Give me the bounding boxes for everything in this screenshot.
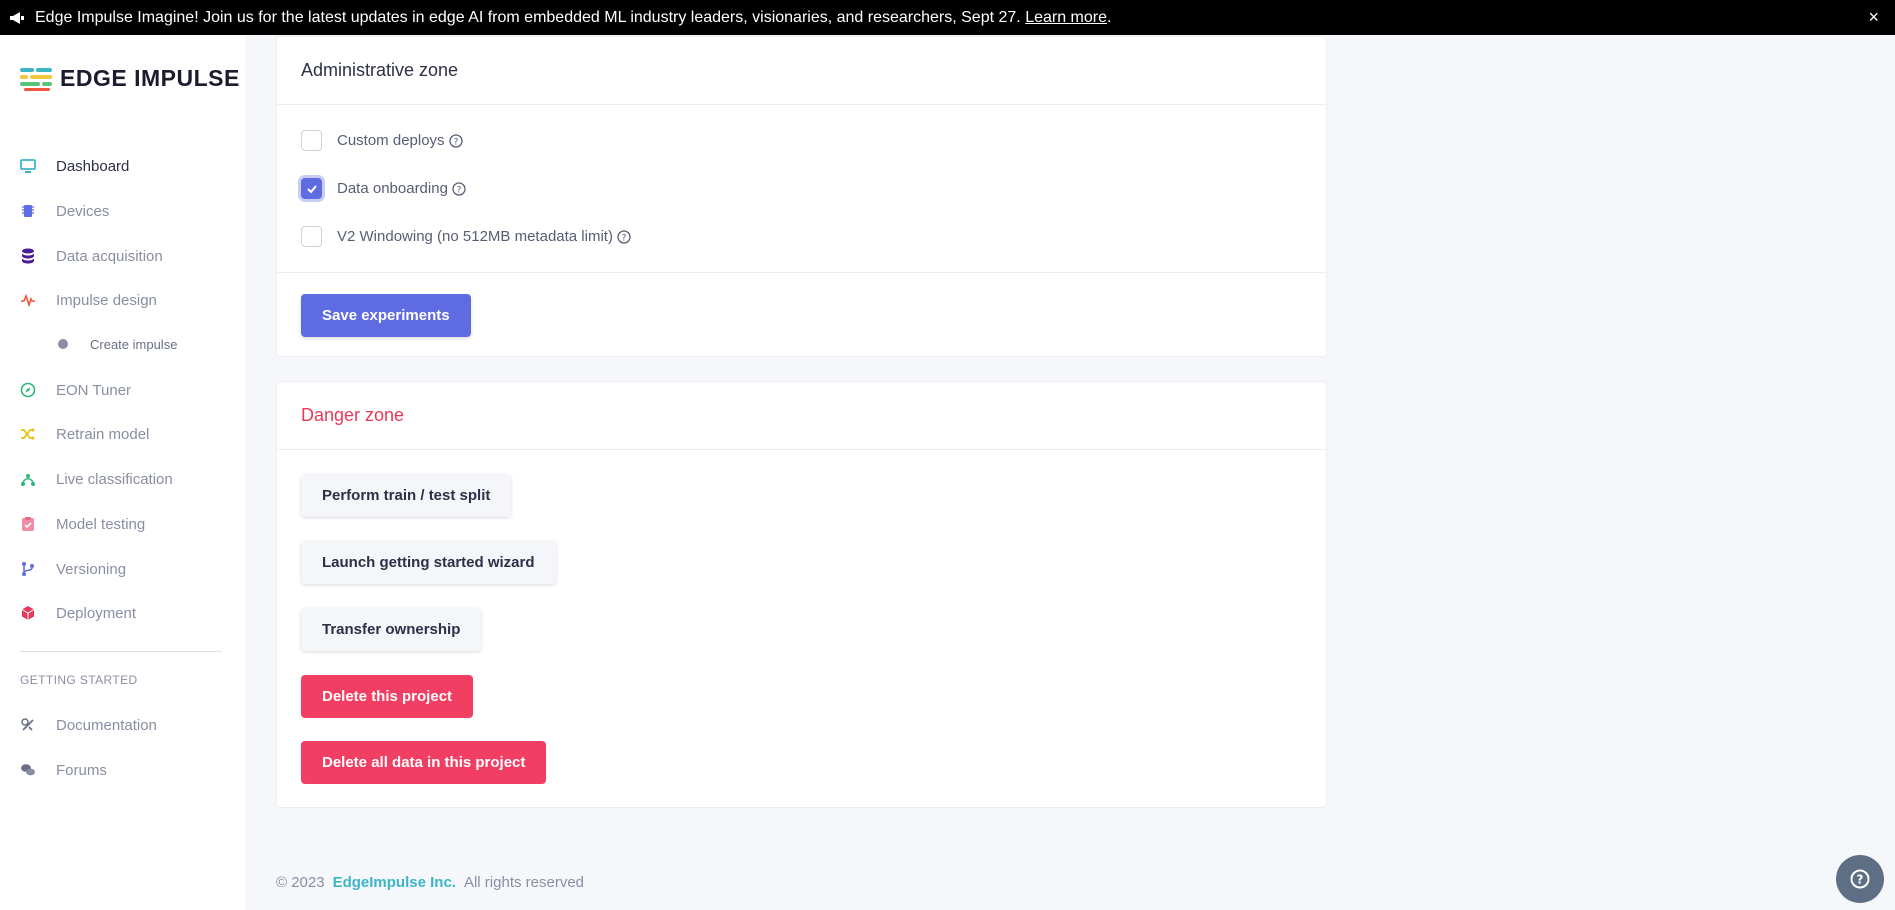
sidebar-item-label: Create impulse [90, 336, 178, 352]
sidebar-item-live-classification[interactable]: Live classification [20, 466, 173, 492]
check-icon [306, 184, 317, 193]
banner-tail: . [1107, 8, 1112, 26]
svg-text:?: ? [457, 185, 462, 195]
sidebar-item-label: Impulse design [56, 291, 157, 309]
save-experiments-button[interactable]: Save experiments [301, 294, 471, 337]
sidebar-item-label: Model testing [56, 515, 146, 533]
close-banner-button[interactable]: × [1868, 7, 1879, 28]
data-onboarding-checkbox[interactable] [301, 178, 322, 199]
sidebar-item-label: Dashboard [56, 157, 130, 175]
sidebar-item-create-impulse[interactable]: Create impulse [58, 334, 177, 354]
help-circle-icon[interactable]: ? [452, 181, 466, 196]
sidebar-item-label: EON Tuner [56, 381, 132, 399]
sidebar-item-eon-tuner[interactable]: EON Tuner [20, 377, 131, 403]
getting-started-wizard-button[interactable]: Launch getting started wizard [301, 541, 556, 584]
question-icon: ? [1850, 869, 1870, 889]
sidebar-item-impulse-design[interactable]: Impulse design [20, 287, 157, 313]
custom-deploys-checkbox[interactable] [301, 130, 322, 151]
option-v2-windowing: V2 Windowing (no 512MB metadata limit) ? [301, 226, 631, 247]
delete-all-data-button[interactable]: Delete all data in this project [301, 741, 547, 784]
chat-icon [20, 762, 36, 778]
sidebar-item-label: Retrain model [56, 425, 150, 443]
edge-impulse-logo-icon [20, 67, 52, 91]
pulse-icon [20, 292, 36, 308]
option-label: Custom deploys [337, 132, 445, 149]
sidebar-item-devices[interactable]: Devices [20, 198, 109, 224]
megaphone-icon [10, 11, 24, 24]
transfer-ownership-button[interactable]: Transfer ownership [301, 608, 482, 651]
sidebar-item-data-acquisition[interactable]: Data acquisition [20, 243, 163, 269]
danger-zone-title: Danger zone [277, 382, 1326, 450]
shuffle-icon [20, 426, 36, 442]
sidebar-item-deployment[interactable]: Deployment [20, 600, 136, 626]
chip-icon [20, 203, 36, 219]
cube-icon [20, 605, 36, 621]
sidebar-item-model-testing[interactable]: Model testing [20, 511, 145, 537]
option-label: Data onboarding [337, 180, 448, 197]
brand-name: EDGE IMPULSE [60, 65, 240, 91]
sidebar-item-label: Documentation [56, 716, 157, 734]
compass-icon [20, 382, 36, 398]
learn-more-link[interactable]: Learn more [1025, 9, 1107, 27]
sidebar-item-forums[interactable]: Forums [20, 757, 107, 783]
copyright: © 2023 [276, 874, 325, 891]
banner-text: Edge Impulse Imagine! Join us for the la… [35, 8, 1021, 26]
getting-started-label: GETTING STARTED [20, 673, 138, 687]
sidebar-item-documentation[interactable]: Documentation [20, 712, 157, 738]
monitor-icon [20, 158, 36, 174]
sidebar-item-label: Versioning [56, 560, 127, 578]
help-circle-icon[interactable]: ? [617, 229, 631, 244]
administrative-zone-card: Administrative zone Custom deploys ? Dat… [276, 36, 1327, 357]
database-icon [20, 248, 36, 264]
branch-icon [20, 561, 36, 577]
sidebar: EDGE IMPULSE Dashboard Devices Data acqu… [0, 35, 245, 910]
sidebar-item-label: Devices [56, 202, 110, 220]
sidebar-item-label: Data acquisition [56, 247, 163, 265]
option-label: V2 Windowing (no 512MB metadata limit) [337, 228, 613, 245]
company-link[interactable]: EdgeImpulse Inc. [333, 874, 456, 891]
svg-text:?: ? [1857, 873, 1864, 887]
rights-text: All rights reserved [463, 874, 585, 891]
admin-divider [277, 272, 1326, 273]
sidebar-item-label: Forums [56, 761, 107, 779]
sidebar-item-dashboard[interactable]: Dashboard [20, 153, 129, 179]
train-test-split-button[interactable]: Perform train / test split [301, 474, 512, 517]
danger-zone-card: Danger zone Perform train / test split L… [276, 381, 1327, 808]
sidebar-item-retrain-model[interactable]: Retrain model [20, 421, 149, 447]
nodes-icon [20, 471, 36, 487]
help-circle-icon[interactable]: ? [448, 133, 463, 148]
sidebar-item-versioning[interactable]: Versioning [20, 556, 126, 582]
option-custom-deploys: Custom deploys ? [301, 130, 463, 151]
svg-text:?: ? [453, 137, 458, 147]
announcement-banner: Edge Impulse Imagine! Join us for the la… [0, 0, 1895, 35]
dot-icon [58, 339, 68, 349]
sidebar-item-label: Live classification [56, 470, 173, 488]
help-button[interactable]: ? [1836, 855, 1884, 903]
sidebar-item-label: Deployment [56, 604, 137, 622]
footer: © 2023 EdgeImpulse Inc. All rights reser… [276, 874, 584, 891]
sidebar-divider [20, 651, 222, 652]
svg-text:?: ? [622, 233, 627, 243]
delete-project-button[interactable]: Delete this project [301, 675, 474, 718]
admin-zone-title: Administrative zone [277, 37, 1326, 105]
clipboard-check-icon [20, 516, 36, 532]
option-data-onboarding: Data onboarding ? [301, 178, 466, 199]
v2-windowing-checkbox[interactable] [301, 226, 322, 247]
logo[interactable]: EDGE IMPULSE [20, 65, 240, 92]
doc-icon [20, 717, 36, 733]
